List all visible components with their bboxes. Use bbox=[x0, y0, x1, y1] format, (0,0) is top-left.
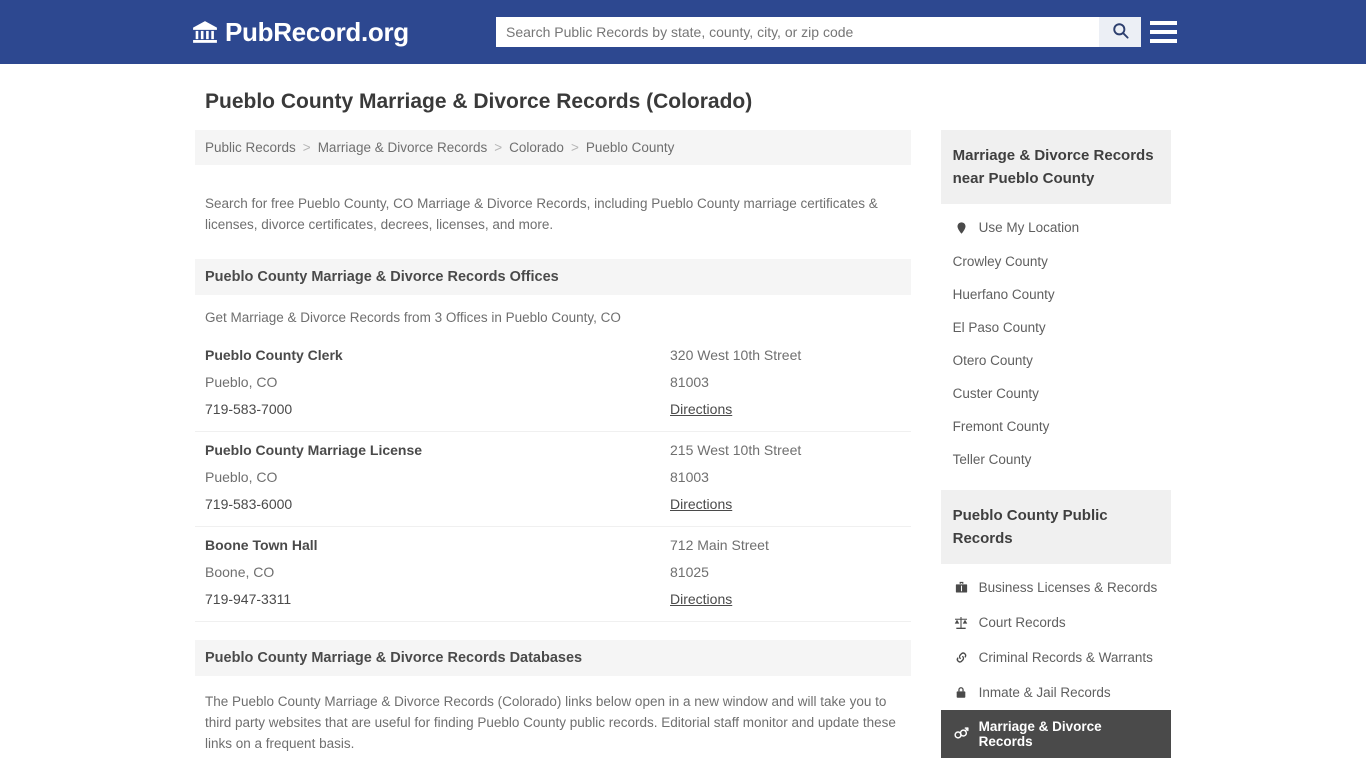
table-row: Boone Town Hall Boone, CO 719-947-3311 7… bbox=[195, 527, 911, 622]
main-content: Public Records > Marriage & Divorce Reco… bbox=[195, 130, 911, 768]
directions-link[interactable]: Directions bbox=[670, 401, 732, 417]
office-zip: 81003 bbox=[670, 468, 709, 485]
breadcrumb-item-marriage-divorce-records[interactable]: Marriage & Divorce Records bbox=[318, 140, 488, 155]
briefcase-icon bbox=[953, 579, 970, 596]
list-item: Pueblo City-County Health Department Vit… bbox=[195, 764, 911, 768]
offices-section-subheading: Get Marriage & Divorce Records from 3 Of… bbox=[205, 309, 621, 325]
breadcrumb: Public Records > Marriage & Divorce Reco… bbox=[195, 130, 911, 165]
sidebar-nearby-heading: Marriage & Divorce Records near Pueblo C… bbox=[940, 130, 1171, 204]
sidebar-item-custer-county[interactable]: Custer County bbox=[941, 377, 1171, 410]
sidebar-item-label: Otero County bbox=[952, 353, 1033, 368]
balance-scale-icon bbox=[953, 614, 970, 631]
databases-section-heading: Pueblo County Marriage & Divorce Records… bbox=[195, 639, 911, 676]
breadcrumb-item-colorado[interactable]: Colorado bbox=[509, 140, 564, 155]
office-street: 320 West 10th Street bbox=[670, 346, 802, 363]
site-logo-link[interactable]: PubRecord.org bbox=[192, 19, 409, 45]
table-row: Pueblo County Clerk Pueblo, CO 719-583-7… bbox=[195, 337, 911, 432]
sidebar-item-label: Huerfano County bbox=[952, 287, 1055, 302]
page-title: Pueblo County Marriage & Divorce Records… bbox=[205, 90, 753, 113]
search-bar bbox=[496, 17, 1141, 47]
sidebar: Marriage & Divorce Records near Pueblo C… bbox=[940, 130, 1171, 768]
sidebar-item-huerfano-county[interactable]: Huerfano County bbox=[941, 278, 1171, 311]
sidebar-item-label: Marriage & Divorce Records bbox=[978, 719, 1102, 749]
hamburger-menu-icon bbox=[1150, 39, 1177, 43]
breadcrumb-item-public-records[interactable]: Public Records bbox=[205, 140, 296, 155]
map-pin-icon bbox=[953, 219, 970, 236]
office-name: Boone Town Hall bbox=[205, 536, 318, 553]
table-row: Pueblo County Marriage License Pueblo, C… bbox=[195, 432, 911, 527]
sidebar-item-business-licenses[interactable]: Business Licenses & Records bbox=[941, 570, 1171, 605]
search-button[interactable] bbox=[1099, 17, 1141, 47]
sidebar-item-label: Business Licenses & Records bbox=[978, 580, 1158, 595]
sidebar-item-court-records[interactable]: Court Records bbox=[941, 605, 1171, 640]
sidebar-item-crowley-county[interactable]: Crowley County bbox=[941, 245, 1171, 278]
office-zip: 81003 bbox=[670, 373, 709, 390]
sidebar-item-label: El Paso County bbox=[952, 320, 1046, 335]
sidebar-item-label: Court Records bbox=[978, 615, 1066, 630]
sidebar-public-records-heading: Pueblo County Public Records bbox=[940, 490, 1171, 564]
office-phone[interactable]: 719-583-7000 bbox=[205, 401, 670, 417]
breadcrumb-separator: > bbox=[570, 140, 579, 155]
sidebar-item-inmate-jail-records[interactable]: Inmate & Jail Records bbox=[941, 675, 1171, 710]
breadcrumb-separator: > bbox=[494, 140, 503, 155]
breadcrumb-item-pueblo-county[interactable]: Pueblo County bbox=[586, 140, 675, 155]
office-address: 712 Main Street 81025 Directions bbox=[670, 537, 901, 609]
office-address: 215 West 10th Street 81003 Directions bbox=[670, 442, 901, 514]
breadcrumb-separator: > bbox=[302, 140, 311, 155]
sidebar-item-label: Custer County bbox=[952, 386, 1039, 401]
sidebar-item-el-paso-county[interactable]: El Paso County bbox=[941, 311, 1171, 344]
sidebar-item-label: Teller County bbox=[952, 452, 1032, 467]
sidebar-item-label: Fremont County bbox=[952, 419, 1050, 434]
office-details: Pueblo County Marriage License Pueblo, C… bbox=[205, 442, 670, 514]
office-phone[interactable]: 719-583-6000 bbox=[205, 496, 670, 512]
databases-section-body: The Pueblo County Marriage & Divorce Rec… bbox=[205, 693, 896, 751]
office-street: 712 Main Street bbox=[670, 536, 769, 553]
office-name: Pueblo County Marriage License bbox=[205, 441, 423, 458]
sidebar-item-teller-county[interactable]: Teller County bbox=[941, 443, 1171, 476]
chain-link-icon bbox=[953, 649, 970, 666]
site-header: PubRecord.org bbox=[0, 0, 1366, 64]
sidebar-item-use-my-location[interactable]: Use My Location bbox=[941, 210, 1171, 245]
sidebar-item-otero-county[interactable]: Otero County bbox=[941, 344, 1171, 377]
sidebar-item-label: Crowley County bbox=[952, 254, 1048, 269]
page-intro-text: Search for free Pueblo County, CO Marria… bbox=[205, 195, 878, 232]
office-details: Boone Town Hall Boone, CO 719-947-3311 bbox=[205, 537, 670, 609]
sidebar-nearby-list: Use My Location Crowley County Huerfano … bbox=[941, 204, 1171, 476]
sidebar-item-label: Inmate & Jail Records bbox=[978, 685, 1111, 700]
sidebar-public-records-list: Business Licenses & Records Court Record… bbox=[940, 564, 1171, 758]
sidebar-item-label: Criminal Records & Warrants bbox=[978, 650, 1153, 665]
office-name: Pueblo County Clerk bbox=[205, 346, 343, 363]
office-city-state: Pueblo, CO bbox=[205, 373, 278, 390]
bank-building-icon bbox=[192, 19, 218, 45]
office-address: 320 West 10th Street 81003 Directions bbox=[670, 347, 901, 419]
site-logo-text: PubRecord.org bbox=[225, 17, 409, 47]
office-city-state: Pueblo, CO bbox=[205, 468, 278, 485]
office-city-state: Boone, CO bbox=[205, 563, 275, 580]
search-icon bbox=[1111, 21, 1130, 43]
office-details: Pueblo County Clerk Pueblo, CO 719-583-7… bbox=[205, 347, 670, 419]
content-columns: Public Records > Marriage & Divorce Reco… bbox=[195, 130, 1171, 768]
padlock-icon bbox=[953, 684, 970, 701]
office-zip: 81025 bbox=[670, 563, 709, 580]
hamburger-menu-icon bbox=[1150, 30, 1177, 34]
directions-link[interactable]: Directions bbox=[670, 591, 732, 607]
sidebar-item-criminal-records[interactable]: Criminal Records & Warrants bbox=[941, 640, 1171, 675]
page-container: Pueblo County Marriage & Divorce Records… bbox=[0, 90, 1366, 768]
office-phone[interactable]: 719-947-3311 bbox=[205, 591, 670, 607]
office-street: 215 West 10th Street bbox=[670, 441, 802, 458]
directions-link[interactable]: Directions bbox=[670, 496, 732, 512]
hamburger-menu-icon bbox=[1150, 21, 1177, 25]
search-input[interactable] bbox=[496, 17, 1099, 47]
sidebar-item-label: Use My Location bbox=[978, 220, 1080, 235]
sidebar-item-marriage-divorce-records[interactable]: Marriage & Divorce Records bbox=[940, 710, 1171, 758]
hamburger-menu-button[interactable] bbox=[1150, 18, 1177, 46]
offices-section-heading: Pueblo County Marriage & Divorce Records… bbox=[195, 258, 911, 295]
sidebar-item-fremont-county[interactable]: Fremont County bbox=[941, 410, 1171, 443]
gender-symbols-icon bbox=[953, 726, 970, 743]
